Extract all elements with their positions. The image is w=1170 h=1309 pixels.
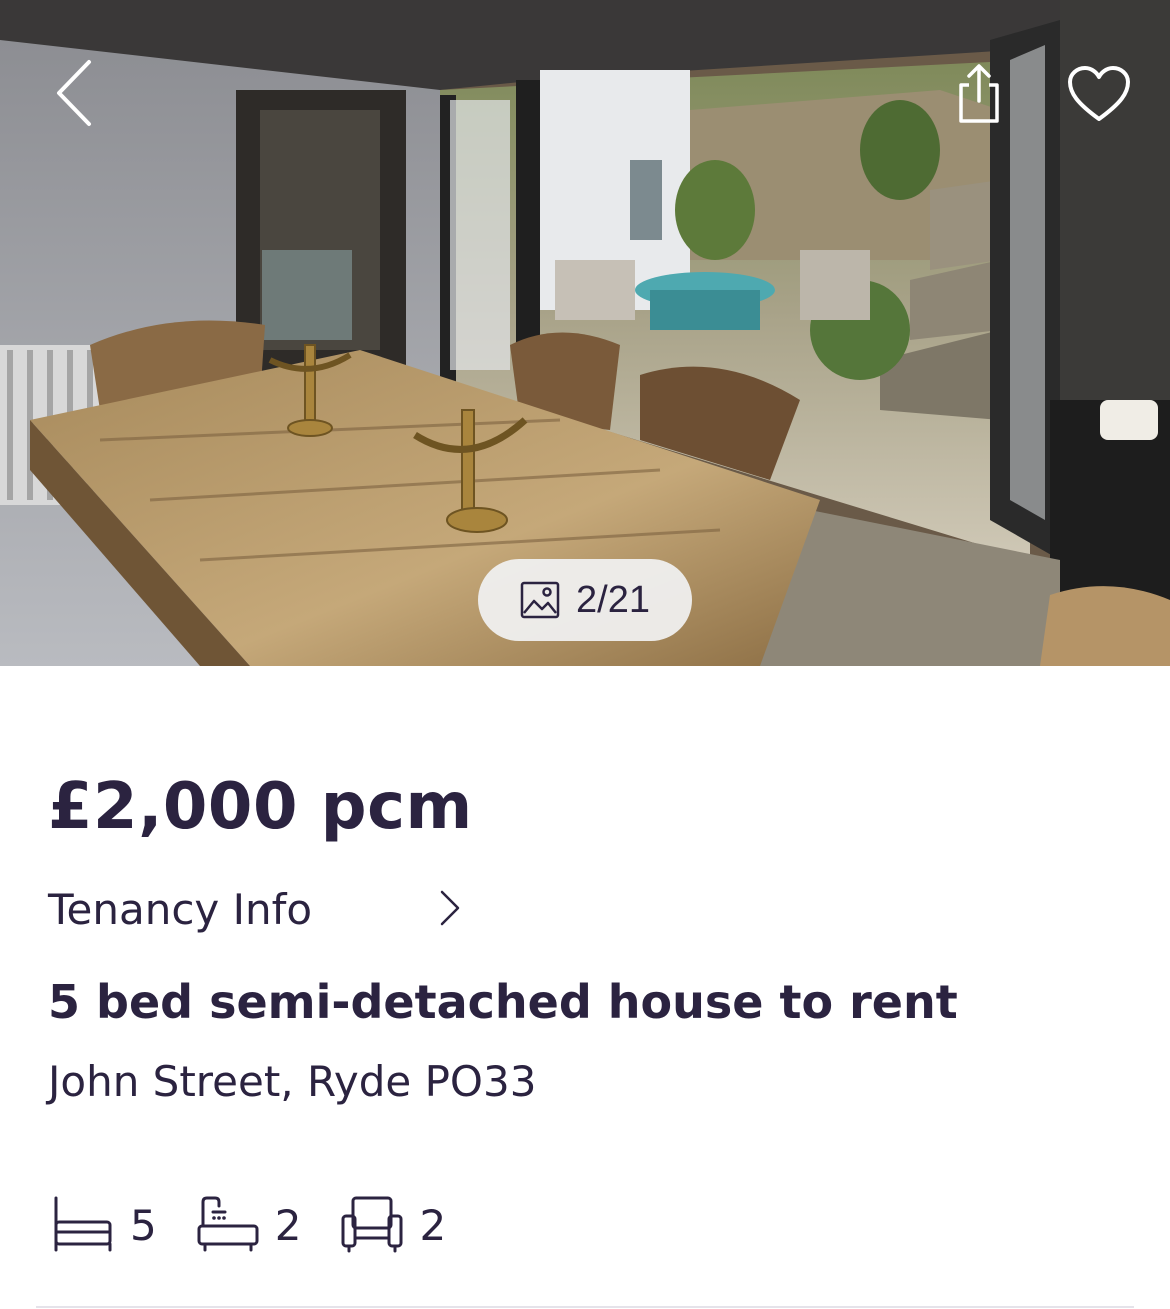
photo-counter-text: 2/21 — [576, 578, 650, 621]
chevron-right-icon — [440, 890, 460, 926]
tenancy-info-link[interactable]: Tenancy Info — [48, 880, 478, 938]
bathrooms-feature: 2 — [197, 1194, 302, 1256]
bedrooms-feature: 5 — [52, 1194, 157, 1256]
receptions-feature: 2 — [341, 1194, 446, 1256]
heart-icon — [1068, 66, 1130, 121]
tenancy-info-label: Tenancy Info — [48, 884, 313, 934]
chevron-left-icon — [57, 60, 91, 126]
share-button[interactable] — [944, 56, 1014, 132]
bath-icon — [197, 1196, 259, 1252]
property-photo[interactable]: 2/21 — [0, 0, 1170, 666]
listing-price: £2,000 pcm — [48, 770, 473, 844]
bedrooms-count: 5 — [130, 1200, 157, 1250]
listing-address: John Street, Ryde PO33 — [48, 1057, 537, 1106]
favourite-button[interactable] — [1058, 56, 1140, 132]
share-icon — [959, 64, 999, 123]
bathrooms-count: 2 — [274, 1200, 302, 1250]
bed-icon — [54, 1196, 112, 1252]
receptions-count: 2 — [419, 1200, 447, 1250]
armchair-icon — [341, 1196, 403, 1253]
photo-counter[interactable]: 2/21 — [478, 559, 692, 641]
image-icon — [520, 581, 560, 619]
section-divider — [36, 1306, 1134, 1308]
property-features: 5 2 2 — [52, 1190, 486, 1260]
listing-title: 5 bed semi-detached house to rent — [48, 975, 958, 1029]
back-button[interactable] — [40, 52, 110, 134]
